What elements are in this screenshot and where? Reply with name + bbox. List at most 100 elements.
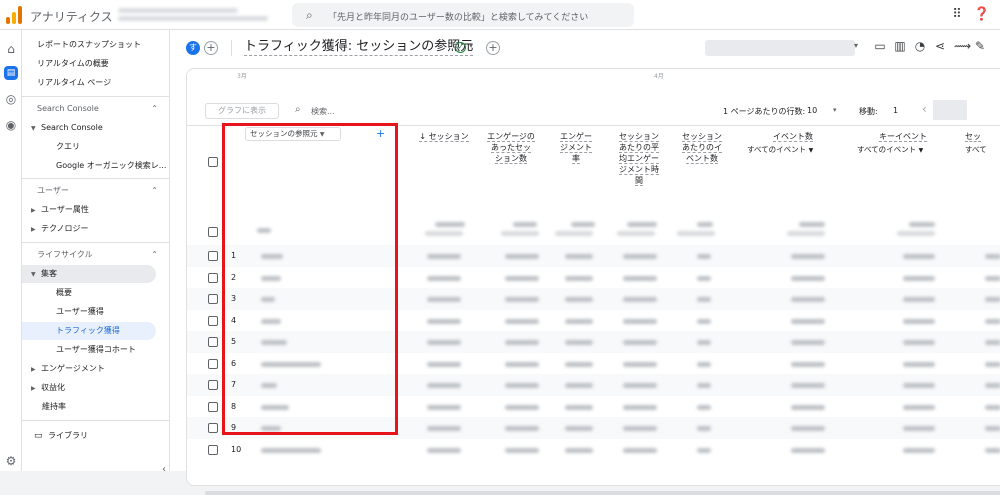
chevron-down-icon[interactable]: ▾ [469, 41, 473, 50]
add-comparison-icon[interactable]: + [204, 41, 218, 55]
select-all-checkbox[interactable] [208, 157, 218, 167]
sidebar-item-google-organic[interactable]: Google オーガニック検索レ... [22, 157, 170, 175]
sidebar-item-snapshot[interactable]: レポートのスナップショット [22, 36, 170, 54]
settings-gear-icon[interactable]: ⚙ [4, 454, 18, 468]
sidebar-item-monetization[interactable]: ▶ 収益化 [22, 379, 170, 397]
sidebar-item-engagement[interactable]: ▶ エンゲージメント [22, 360, 170, 378]
redacted-value [261, 447, 321, 453]
redacted-value [435, 222, 465, 227]
row-checkbox[interactable] [208, 294, 218, 304]
sidebar-section-user[interactable]: ユーザー ⌃ [22, 182, 170, 200]
redacted-value [505, 340, 539, 345]
explore-icon[interactable]: ◎ [4, 92, 18, 106]
top-bar: アナリティクス ⌕ 「先月と昨年同月のユーザー数の比較」と検索してみてください … [0, 0, 1000, 30]
sidebar-item-acquisition[interactable]: ▼ 集客 [22, 265, 156, 283]
sidebar-item-overview[interactable]: 概要 [22, 284, 170, 302]
search-icon: ⌕ [295, 104, 301, 115]
totals-checkbox[interactable] [208, 227, 218, 237]
customize-report-icon[interactable]: ▭ [874, 39, 886, 53]
col-header-key-events[interactable]: キーイベント [863, 131, 943, 142]
analytics-logo-icon[interactable] [6, 6, 22, 24]
sidebar-item-queries[interactable]: クエリ [22, 138, 170, 156]
redacted-value [505, 297, 539, 302]
account-selector[interactable] [118, 5, 278, 25]
row-checkbox[interactable] [208, 251, 218, 261]
redacted-value [677, 231, 715, 236]
add-filter-icon[interactable]: + [486, 41, 500, 55]
col-header-avg-engagement-time[interactable]: セッション あたりの平 均エンゲー ジメント時 間 [610, 131, 668, 186]
row-checkbox[interactable] [208, 401, 218, 412]
row-checkbox[interactable] [208, 315, 218, 326]
col-header-engaged-sessions[interactable]: エンゲージの あったセッ ション数 [479, 131, 543, 164]
sidebar-section-lifecycle[interactable]: ライフサイクル ⌃ [22, 246, 170, 264]
caret-right-icon: ▶ [31, 226, 36, 233]
row-checkbox[interactable] [208, 358, 218, 369]
col-header-events-per-session[interactable]: セッション あたりのイ ベント数 [675, 131, 729, 164]
redacted-value [565, 318, 593, 324]
edit-pencil-icon[interactable]: ✎ [974, 39, 986, 53]
sidebar-item-search-console[interactable]: ▼ Search Console [22, 119, 170, 137]
row-checkbox[interactable] [208, 423, 218, 433]
chevron-down-icon[interactable]: ▾ [833, 106, 837, 114]
row-checkbox[interactable] [208, 444, 218, 455]
col-header-truncated[interactable]: セッ [965, 131, 1000, 142]
sidebar-item-acquisition-cohort[interactable]: ユーザー獲得コホート [22, 341, 170, 359]
sidebar-item-realtime-pages[interactable]: リアルタイム ページ [22, 74, 170, 92]
row-checkbox[interactable] [208, 337, 218, 347]
compare-icon[interactable]: ▥ [894, 39, 906, 53]
prev-page-icon[interactable]: ‹ [922, 102, 927, 116]
redacted-value [623, 447, 657, 453]
redacted-value [903, 383, 935, 388]
redacted-value [903, 297, 935, 302]
sidebar-item-technology[interactable]: ▶ テクノロジー [22, 220, 170, 238]
redacted-value [697, 275, 711, 281]
sidebar-item-user-acquisition[interactable]: ユーザー獲得 [22, 303, 170, 321]
redacted-value [623, 254, 657, 259]
search-bar[interactable]: ⌕ 「先月と昨年同月のユーザー数の比較」と検索してみてください [292, 3, 634, 27]
sidebar-item-traffic-acquisition[interactable]: トラフィック獲得 [22, 322, 156, 340]
rows-per-page-select[interactable]: 10 [807, 106, 817, 115]
next-page-button[interactable] [933, 100, 967, 120]
table-row[interactable]: 10 [187, 439, 1000, 461]
trend-icon[interactable]: ⟿ [954, 39, 971, 53]
redacted-value [623, 383, 657, 388]
sidebar-section-search-console[interactable]: Search Console ⌃ [22, 100, 170, 118]
row-checkbox[interactable] [208, 272, 218, 283]
apps-grid-icon[interactable]: ⠿ [952, 7, 962, 23]
redacted-value [427, 447, 461, 453]
check-circle-icon[interactable]: ✓ [455, 42, 466, 53]
chevron-down-icon[interactable]: ▾ [854, 41, 858, 50]
plot-rows-button[interactable]: グラフに表示 [205, 103, 279, 119]
sidebar-item-retention[interactable]: 維持率 [22, 398, 170, 416]
event-filter-select[interactable]: すべてのイベント ▼ [747, 144, 813, 155]
redacted-value [425, 231, 463, 236]
truncated-filter[interactable]: すべて [965, 144, 987, 155]
share-icon[interactable]: ⋖ [934, 39, 946, 53]
advertising-icon[interactable]: ◉ [4, 118, 18, 132]
redacted-value [985, 361, 1000, 367]
col-header-sessions[interactable]: ↓ セッション [415, 131, 473, 142]
help-icon[interactable]: ❓ [974, 7, 990, 23]
redacted-value [903, 318, 935, 324]
goto-page-input[interactable]: 1 [893, 106, 898, 115]
row-checkbox[interactable] [208, 380, 218, 390]
horizontal-scrollbar[interactable] [205, 491, 1000, 495]
table-search-input[interactable]: 検索... [311, 106, 335, 117]
key-event-filter-select[interactable]: すべてのイベント ▼ [857, 144, 923, 155]
chevron-down-icon: ▼ [918, 147, 924, 154]
redacted-value [697, 318, 711, 324]
col-header-engagement-rate[interactable]: エンゲー ジメント 率 [554, 131, 598, 164]
redacted-value [427, 275, 461, 281]
home-icon[interactable]: ⌂ [4, 42, 18, 56]
collapse-sidebar-icon[interactable]: ‹ [162, 464, 166, 475]
sidebar-item-demographics[interactable]: ▶ ユーザー属性 [22, 201, 170, 219]
sidebar-item-realtime-overview[interactable]: リアルタイムの概要 [22, 55, 170, 73]
redacted-value [565, 404, 593, 410]
reports-icon[interactable]: ▤ [4, 66, 18, 80]
col-header-event-count[interactable]: イベント数 [751, 131, 835, 142]
date-range-selector[interactable] [705, 40, 855, 56]
insights-icon[interactable]: ◔ [914, 39, 926, 53]
sidebar-item-library[interactable]: ▭ ライブラリ [22, 427, 170, 445]
avatar[interactable]: す [186, 41, 200, 55]
redacted-value [623, 318, 657, 324]
